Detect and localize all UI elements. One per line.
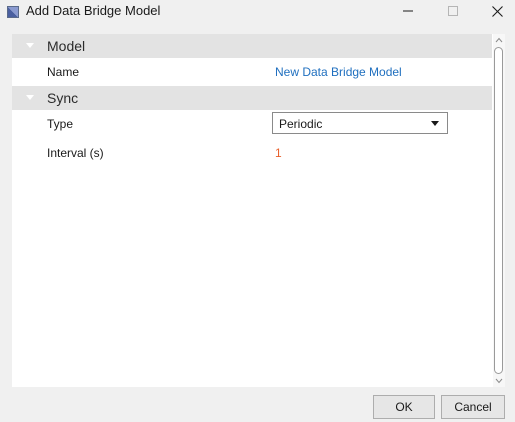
- close-button[interactable]: [479, 0, 515, 22]
- window-title: Add Data Bridge Model: [26, 3, 161, 18]
- type-select[interactable]: Periodic: [272, 112, 448, 134]
- property-row-type: Type Periodic: [12, 111, 492, 137]
- property-label-name: Name: [47, 65, 80, 79]
- chevron-down-icon: [495, 378, 503, 384]
- property-label-interval: Interval (s): [47, 146, 104, 160]
- minimize-icon: [403, 10, 413, 12]
- maximize-button[interactable]: [435, 0, 471, 22]
- name-value[interactable]: New Data Bridge Model: [275, 65, 402, 79]
- chevron-down-icon: [26, 95, 34, 100]
- scroll-up-button[interactable]: [493, 34, 505, 46]
- group-header-sync[interactable]: Sync: [12, 86, 492, 110]
- close-icon: [491, 5, 503, 17]
- chevron-up-icon: [495, 37, 503, 43]
- cancel-button[interactable]: Cancel: [441, 395, 505, 419]
- dropdown-arrow-icon: [431, 121, 439, 126]
- type-select-value: Periodic: [279, 117, 323, 131]
- maximize-icon: [448, 6, 458, 16]
- property-row-name: Name New Data Bridge Model: [12, 59, 492, 85]
- scroll-down-button[interactable]: [493, 375, 505, 387]
- dialog-window: Add Data Bridge Model Model Name New Dat…: [0, 0, 515, 422]
- group-header-model[interactable]: Model: [12, 34, 492, 58]
- app-icon: [7, 5, 19, 18]
- group-title-model: Model: [47, 38, 86, 54]
- property-row-interval: Interval (s) 1: [12, 140, 492, 166]
- group-title-sync: Sync: [47, 90, 79, 106]
- title-bar: Add Data Bridge Model: [0, 0, 515, 24]
- property-grid: Model Name New Data Bridge Model Sync Ty…: [12, 34, 505, 387]
- minimize-button[interactable]: [390, 0, 426, 22]
- property-label-type: Type: [47, 117, 74, 131]
- scrollbar-thumb[interactable]: [494, 47, 503, 374]
- interval-value[interactable]: 1: [275, 146, 282, 160]
- chevron-down-icon: [26, 43, 34, 48]
- vertical-scrollbar[interactable]: [493, 34, 505, 387]
- ok-button[interactable]: OK: [373, 395, 435, 419]
